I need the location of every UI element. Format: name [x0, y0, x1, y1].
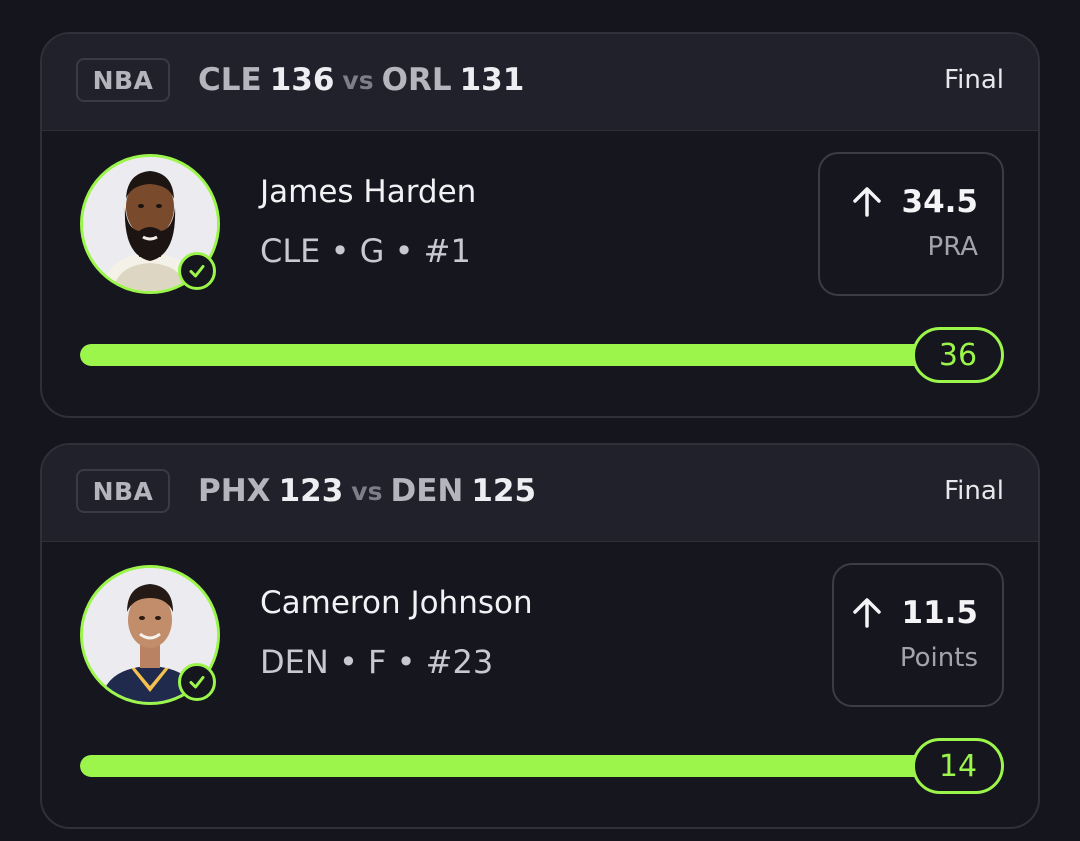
prop-line-row: 34.5 [850, 184, 979, 220]
arrow-up-icon [852, 187, 881, 217]
check-circle-icon [178, 252, 216, 290]
player-meta: DEN • F • #23 [260, 643, 494, 681]
prop-line-row: 11.5 [850, 595, 979, 631]
prop-line-value: 11.5 [901, 595, 979, 631]
progress-bar [80, 755, 970, 777]
home-team: CLE [198, 62, 262, 98]
pick-card-cameron-johnson[interactable]: NBA PHX 123 vs DEN 125 Final Cameron Joh… [40, 443, 1040, 829]
game-status: Final [944, 476, 1004, 506]
home-score: 136 [269, 62, 335, 98]
player-meta: CLE • G • #1 [260, 232, 471, 270]
game-matchup: CLE 136 vs ORL 131 [198, 58, 524, 102]
result-value: 36 [912, 327, 1004, 383]
game-header: NBA PHX 123 vs DEN 125 Final [42, 445, 1038, 542]
home-score: 123 [278, 473, 344, 509]
away-team: DEN [390, 473, 464, 509]
league-badge: NBA [76, 469, 170, 513]
prop-stat-label: PRA [927, 232, 978, 262]
progress-bar [80, 344, 970, 366]
league-badge: NBA [76, 58, 170, 102]
away-team: ORL [381, 62, 452, 98]
away-score: 125 [471, 473, 537, 509]
vs-label: vs [351, 476, 383, 506]
vs-label: vs [342, 65, 374, 95]
home-team: PHX [198, 473, 271, 509]
prop-line-value: 34.5 [901, 184, 979, 220]
pick-card-james-harden[interactable]: NBA CLE 136 vs ORL 131 Final James Harde… [40, 32, 1040, 418]
progress-bar-fill [80, 755, 970, 777]
game-status: Final [944, 65, 1004, 95]
result-value: 14 [912, 738, 1004, 794]
player-name: James Harden [260, 174, 477, 210]
arrow-up-icon [852, 598, 881, 628]
away-score: 131 [459, 62, 525, 98]
game-matchup: PHX 123 vs DEN 125 [198, 469, 536, 513]
progress-bar-fill [80, 344, 970, 366]
check-circle-icon [178, 663, 216, 701]
prop-line-box: 11.5 Points [832, 563, 1004, 707]
player-avatar-wrap [80, 154, 224, 298]
player-name: Cameron Johnson [260, 585, 533, 621]
game-header: NBA CLE 136 vs ORL 131 Final [42, 34, 1038, 131]
prop-stat-label: Points [899, 643, 978, 673]
player-avatar-wrap [80, 565, 224, 709]
prop-line-box: 34.5 PRA [818, 152, 1004, 296]
